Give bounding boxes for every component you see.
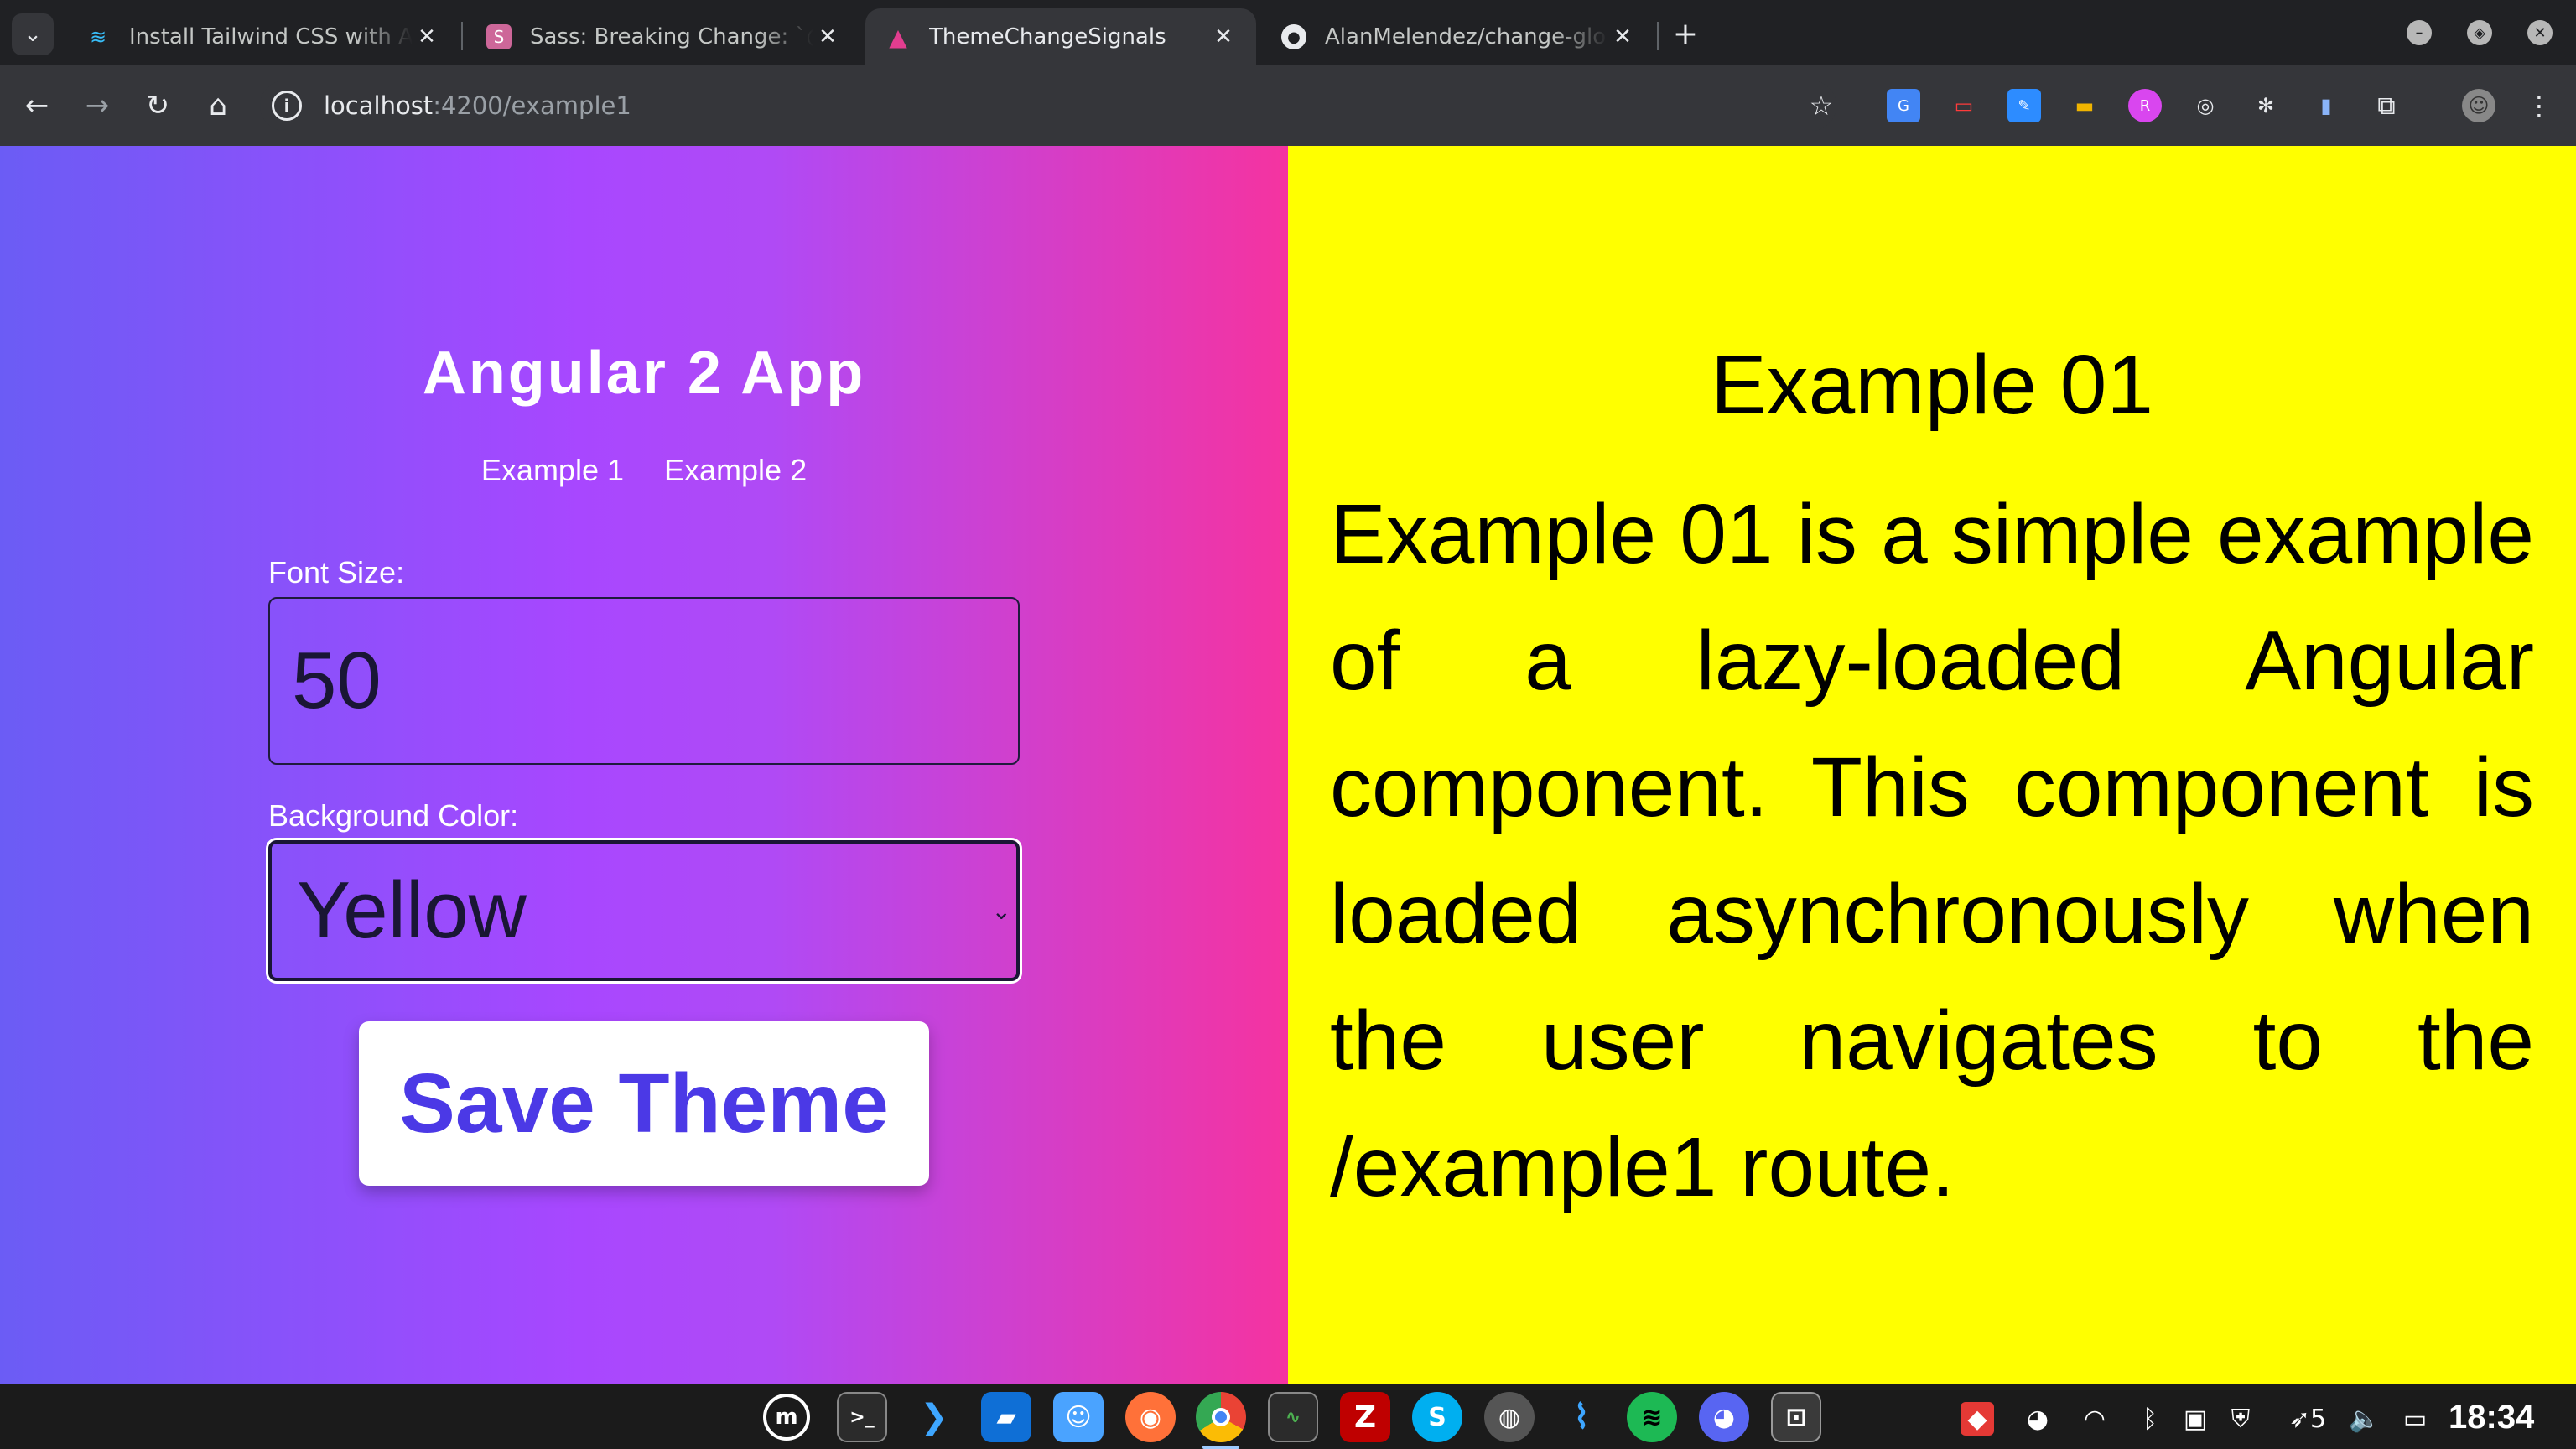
arrow-right-icon: → <box>85 89 110 122</box>
translate-extension-icon[interactable]: G <box>1887 89 1920 122</box>
angular-icon: ▲ <box>889 23 907 51</box>
chevron-down-icon: ⌄ <box>23 22 42 47</box>
example-title: Example 01 <box>1710 338 2154 432</box>
app-nav: Example 1 Example 2 <box>0 453 1288 488</box>
theme-panel <box>0 146 1288 1384</box>
chrome-center-icon <box>1212 1408 1230 1426</box>
chevron-down-icon: ⌄ <box>991 898 1011 924</box>
reload-button[interactable]: ↻ <box>136 84 179 127</box>
tab-title: ThemeChangeSignals <box>929 24 1166 49</box>
url-text[interactable]: localhost:4200/example1 <box>324 89 631 122</box>
address-bar[interactable]: i localhost:4200/example1 <box>260 80 1836 131</box>
clipboard-icon[interactable]: ▣ <box>2179 1402 2212 1436</box>
nav-example-1[interactable]: Example 1 <box>481 453 624 488</box>
home-button[interactable]: ⌂ <box>196 84 240 127</box>
tab-sass[interactable]: S Sass: Breaking Change: `@im ✕ <box>466 8 860 65</box>
disk-icon[interactable]: ◍ <box>1484 1392 1535 1442</box>
cast-extension-icon[interactable]: ▭ <box>1947 89 1981 122</box>
kebab-menu-icon[interactable]: ⋮ <box>2522 89 2556 122</box>
firefox-icon[interactable]: ◉ <box>1125 1392 1176 1442</box>
battery-icon[interactable]: ▭ <box>2398 1402 2432 1436</box>
tab-separator <box>1657 22 1659 50</box>
tab-strip: ⌄ ≋ Install Tailwind CSS with Ang ✕ S Sa… <box>0 0 2576 65</box>
plus-icon: + <box>1672 16 1699 51</box>
tab-title: Install Tailwind CSS with Ang <box>129 24 413 49</box>
tab-separator <box>461 22 463 50</box>
reload-icon: ↻ <box>145 89 170 122</box>
background-color-label: Background Color: <box>268 798 519 833</box>
forward-button[interactable]: → <box>75 84 119 127</box>
close-icon[interactable]: ✕ <box>1608 23 1637 51</box>
close-icon: ✕ <box>2533 23 2547 42</box>
mint-menu-icon[interactable]: m <box>763 1394 810 1441</box>
notes-app-icon[interactable]: ▰ <box>981 1392 1031 1442</box>
react-extension-icon[interactable]: ✻ <box>2249 89 2283 122</box>
tab-tailwind[interactable]: ≋ Install Tailwind CSS with Ang ✕ <box>65 8 460 65</box>
document-extension-icon[interactable]: ▮ <box>2309 89 2343 122</box>
filezilla-icon[interactable]: Z <box>1340 1392 1390 1442</box>
shield-icon[interactable]: ⛨ <box>2224 1402 2257 1436</box>
font-size-input[interactable] <box>268 597 1020 765</box>
rocket-icon: ➶ <box>2288 1404 2311 1434</box>
close-icon[interactable]: ✕ <box>813 23 842 51</box>
updates-count: 5 <box>2310 1404 2327 1434</box>
maximize-icon: ◈ <box>2474 23 2485 42</box>
close-icon[interactable]: ✕ <box>1209 23 1238 51</box>
terminal-icon[interactable]: >_ <box>837 1392 887 1442</box>
home-icon: ⌂ <box>209 89 227 122</box>
close-icon[interactable]: ✕ <box>413 23 441 51</box>
vscode-icon[interactable]: ❯ <box>909 1392 959 1442</box>
background-color-select[interactable]: Yellow ⌄ <box>268 840 1020 981</box>
arrow-left-icon: ← <box>24 89 49 122</box>
tray-app-icon[interactable]: ◆ <box>1961 1402 1994 1436</box>
site-info-icon[interactable]: i <box>272 91 302 121</box>
app-title: Angular 2 App <box>422 340 866 407</box>
back-button[interactable]: ← <box>15 84 59 127</box>
chrome-icon[interactable] <box>1196 1392 1246 1449</box>
avatar[interactable]: ☺ <box>2462 89 2496 122</box>
bluetooth-icon[interactable]: ᛒ <box>2133 1402 2167 1436</box>
bookmark-star-icon[interactable]: ☆ <box>1805 89 1838 122</box>
folder-extension-icon[interactable]: ▬ <box>2068 89 2101 122</box>
clock[interactable]: 18:34 <box>2449 1399 2534 1436</box>
os-taskbar: m >_ ❯ ▰ ☺ ◉ ∿ Z S ◍ ⌇ ≋ ◕ ⊡ ◆ ◕ ◠ ᛒ ▣ ⛨… <box>0 1384 2576 1449</box>
discord-tray-icon[interactable]: ◕ <box>2021 1402 2054 1436</box>
volume-icon[interactable]: 🔈 <box>2348 1402 2381 1436</box>
page-content: Angular 2 App Example 1 Example 2 Font S… <box>0 146 2576 1384</box>
tab-themechangesignals[interactable]: ▲ ThemeChangeSignals ✕ <box>865 8 1256 65</box>
puzzle-extensions-icon[interactable]: ⧉ <box>2370 89 2403 122</box>
browser-toolbar: ← → ↻ ⌂ i localhost:4200/example1 ☆ G ▭ … <box>0 65 2576 146</box>
target-extension-icon[interactable]: ◎ <box>2189 89 2222 122</box>
github-icon: ● <box>1281 24 1306 49</box>
maximize-button[interactable]: ◈ <box>2467 20 2492 45</box>
activity-icon[interactable]: ⌇ <box>1556 1392 1607 1442</box>
nav-example-2[interactable]: Example 2 <box>664 453 807 488</box>
redux-extension-icon[interactable]: R <box>2128 89 2162 122</box>
tab-github[interactable]: ● AlanMelendez/change-globa ✕ <box>1261 8 1655 65</box>
discord-icon[interactable]: ◕ <box>1699 1392 1749 1442</box>
close-window-button[interactable]: ✕ <box>2527 20 2553 45</box>
wifi-icon[interactable]: ◠ <box>2078 1402 2111 1436</box>
tab-search-button[interactable]: ⌄ <box>12 13 54 55</box>
select-value: Yellow <box>297 865 527 955</box>
system-monitor-icon[interactable]: ∿ <box>1268 1392 1318 1442</box>
new-tab-button[interactable]: + <box>1667 15 1704 52</box>
tailwind-icon: ≋ <box>89 25 107 49</box>
save-theme-button[interactable]: Save Theme <box>359 1021 929 1186</box>
finder-icon[interactable]: ☺ <box>1053 1392 1104 1442</box>
spotify-icon[interactable]: ≋ <box>1627 1392 1677 1442</box>
minimize-icon: – <box>2415 23 2423 42</box>
minimize-button[interactable]: – <box>2407 20 2432 45</box>
tab-title: AlanMelendez/change-globa <box>1325 24 1608 49</box>
extension-icon[interactable]: ✎ <box>2007 89 2041 122</box>
screenshot-icon[interactable]: ⊡ <box>1771 1392 1821 1442</box>
example-description: Example 01 is a simple example of a lazy… <box>1330 487 2534 1214</box>
font-size-label: Font Size: <box>268 555 405 589</box>
sass-icon: S <box>486 24 512 49</box>
updates-indicator[interactable]: ➶ 5 <box>2274 1402 2341 1436</box>
tab-title: Sass: Breaking Change: `@im <box>530 24 813 49</box>
skype-icon[interactable]: S <box>1412 1392 1462 1442</box>
